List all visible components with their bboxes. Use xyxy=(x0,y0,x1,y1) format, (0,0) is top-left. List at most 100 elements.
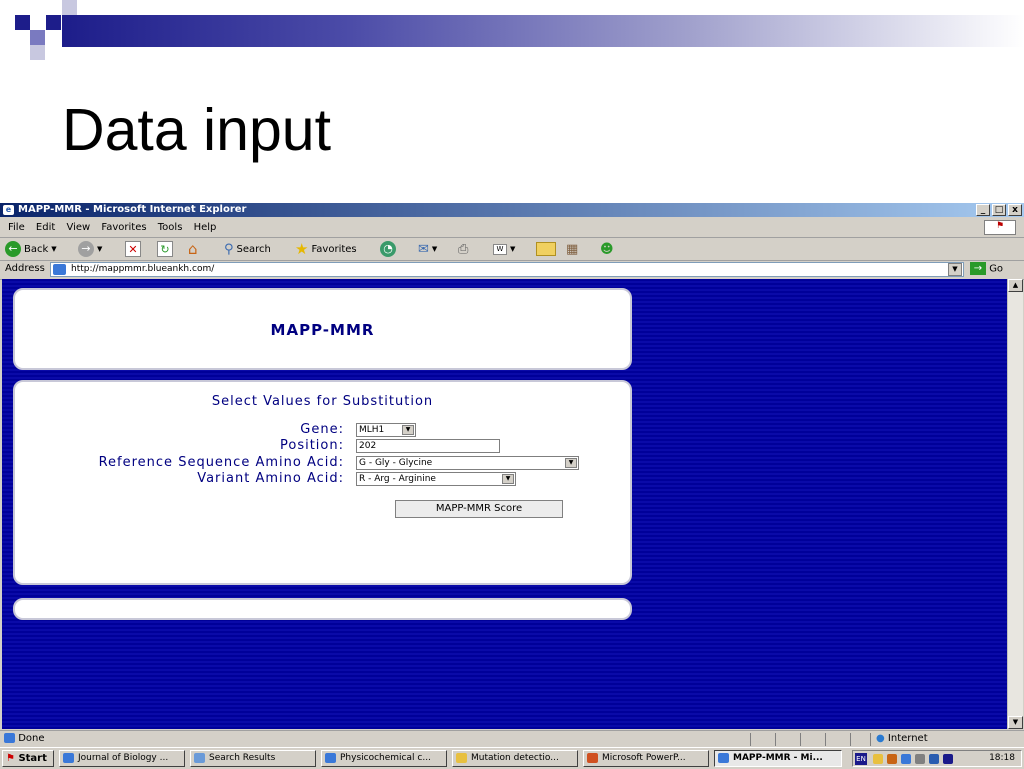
back-dropdown-icon: ▼ xyxy=(51,245,57,253)
minimize-button[interactable]: _ xyxy=(976,204,990,216)
folder-icon xyxy=(456,753,467,763)
history-icon: ◔ xyxy=(380,241,396,257)
mail-icon: ✉ xyxy=(418,241,429,257)
address-bar: Address http://mappmmr.blueankh.com/ ▼ →… xyxy=(0,260,1024,280)
taskbar-item[interactable]: Journal of Biology ... xyxy=(59,750,185,767)
variant-aa-label: Variant Amino Acid: xyxy=(197,471,344,486)
messenger-button[interactable]: ☻ xyxy=(600,240,614,258)
mail-button[interactable]: ✉ ▼ xyxy=(418,240,437,258)
position-input[interactable]: 202 xyxy=(356,439,500,453)
back-button[interactable]: ← Back ▼ xyxy=(5,240,57,258)
chevron-down-icon: ▼ xyxy=(402,425,414,435)
scroll-down-icon[interactable]: ▼ xyxy=(1008,716,1023,729)
mapp-mmr-score-button[interactable]: MAPP-MMR Score xyxy=(395,500,563,518)
taskbar: ⚑ Start Journal of Biology ... Search Re… xyxy=(0,747,1024,769)
footer-panel xyxy=(13,598,632,620)
update-icon[interactable] xyxy=(915,754,925,764)
search-icon: ⚲ xyxy=(224,241,234,257)
reference-aa-label: Reference Sequence Amino Acid: xyxy=(98,455,344,470)
ie-icon xyxy=(325,753,336,763)
research-button[interactable]: ▦ xyxy=(566,240,578,258)
menu-favorites[interactable]: Favorites xyxy=(101,218,146,237)
logo-square-2 xyxy=(46,15,61,30)
taskbar-item-label: Search Results xyxy=(209,753,276,763)
home-icon: ⌂ xyxy=(188,240,198,258)
refresh-button[interactable]: ↻ xyxy=(157,240,173,258)
header-panel: MAPP-MMR xyxy=(13,288,632,370)
chevron-down-icon: ▼ xyxy=(565,458,577,468)
page-icon xyxy=(53,264,66,275)
shield-icon[interactable] xyxy=(873,754,883,764)
gene-label: Gene: xyxy=(300,422,344,437)
taskbar-item[interactable]: Mutation detectio... xyxy=(452,750,578,767)
volume-icon[interactable] xyxy=(887,754,897,764)
window-titlebar: e MAPP-MMR - Microsoft Internet Explorer… xyxy=(0,203,1024,217)
menu-view[interactable]: View xyxy=(66,218,90,237)
history-button[interactable]: ◔ xyxy=(380,240,396,258)
taskbar-item[interactable]: Microsoft PowerP... xyxy=(583,750,709,767)
refresh-icon: ↻ xyxy=(157,241,173,257)
globe-icon: ● xyxy=(876,733,885,744)
monitor-icon[interactable] xyxy=(929,754,939,764)
vertical-scrollbar[interactable]: ▲ ▼ xyxy=(1007,279,1023,729)
favorites-button[interactable]: ★ Favorites xyxy=(295,240,357,258)
position-label: Position: xyxy=(280,438,344,453)
reference-aa-value: G - Gly - Glycine xyxy=(359,458,433,468)
reference-aa-select[interactable]: G - Gly - Glycine ▼ xyxy=(356,456,579,470)
form-panel: Select Values for Substitution Gene: MLH… xyxy=(13,380,632,585)
start-button[interactable]: ⚑ Start xyxy=(2,750,54,767)
taskbar-item-label: MAPP-MMR - Mi... xyxy=(733,753,823,763)
address-label: Address xyxy=(5,263,45,274)
forward-button[interactable]: → ▼ xyxy=(78,240,102,258)
discuss-button[interactable] xyxy=(536,240,556,258)
favorites-label: Favorites xyxy=(311,243,357,255)
variant-aa-select[interactable]: R - Arg - Arginine ▼ xyxy=(356,472,516,486)
close-button[interactable]: x xyxy=(1008,204,1022,216)
mail-dropdown-icon: ▼ xyxy=(431,245,438,253)
gene-select[interactable]: MLH1 ▼ xyxy=(356,423,416,437)
edit-button[interactable]: W ▼ xyxy=(493,240,515,258)
taskbar-item[interactable]: Physicochemical c... xyxy=(321,750,447,767)
go-label: Go xyxy=(989,263,1004,275)
clock: 18:18 xyxy=(989,753,1015,763)
status-divider xyxy=(870,733,871,746)
taskbar-item[interactable]: Search Results xyxy=(190,750,316,767)
browser-window: e MAPP-MMR - Microsoft Internet Explorer… xyxy=(0,203,1024,769)
home-button[interactable]: ⌂ xyxy=(188,240,198,258)
messenger-icon: ☻ xyxy=(600,241,614,257)
language-indicator[interactable]: EN xyxy=(855,753,867,765)
status-done: Done xyxy=(18,733,45,744)
status-divider xyxy=(850,733,851,746)
status-divider xyxy=(825,733,826,746)
menu-help[interactable]: Help xyxy=(194,218,217,237)
page-done-icon xyxy=(4,733,15,743)
scroll-up-icon[interactable]: ▲ xyxy=(1008,279,1023,292)
status-text: Done xyxy=(4,733,45,744)
antivirus-icon[interactable] xyxy=(943,754,953,764)
status-divider xyxy=(750,733,751,746)
menu-tools[interactable]: Tools xyxy=(158,218,183,237)
zone-label: Internet xyxy=(887,733,928,744)
menu-edit[interactable]: Edit xyxy=(36,218,55,237)
ie-icon xyxy=(718,753,729,763)
go-arrow-icon: → xyxy=(970,262,986,275)
chevron-down-icon: ▼ xyxy=(502,474,514,484)
address-dropdown-icon[interactable]: ▼ xyxy=(948,263,962,276)
search-window-icon xyxy=(194,753,205,763)
app-title: MAPP-MMR xyxy=(270,321,375,339)
taskbar-item-label: Mutation detectio... xyxy=(471,753,559,763)
status-bar: Done ● Internet xyxy=(0,730,1024,748)
network-icon[interactable] xyxy=(901,754,911,764)
taskbar-item-active[interactable]: MAPP-MMR - Mi... xyxy=(714,750,842,767)
start-label: Start xyxy=(18,753,47,764)
search-button[interactable]: ⚲ Search xyxy=(224,240,271,258)
position-value: 202 xyxy=(359,441,377,451)
menu-file[interactable]: File xyxy=(8,218,25,237)
stop-button[interactable]: ✕ xyxy=(125,240,141,258)
form-title: Select Values for Substitution xyxy=(211,394,434,409)
address-input[interactable]: http://mappmmr.blueankh.com/ xyxy=(50,262,964,277)
go-button[interactable]: → Go xyxy=(970,262,1003,275)
back-label: Back xyxy=(24,243,49,255)
maximize-button[interactable]: □ xyxy=(992,204,1006,216)
print-button[interactable]: ⎙ xyxy=(458,240,468,258)
